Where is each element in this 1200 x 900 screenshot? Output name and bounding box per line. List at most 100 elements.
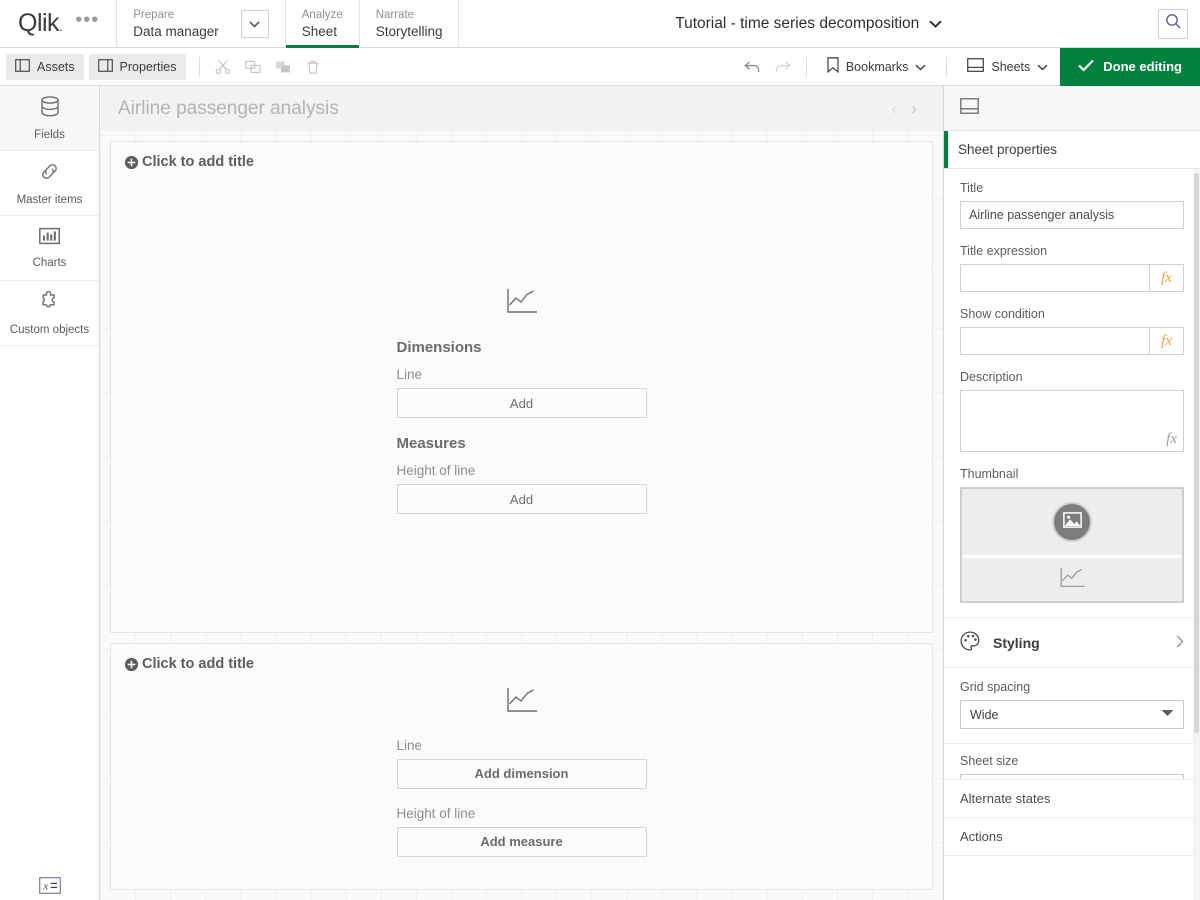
sidebar-item-charts[interactable]: Charts [0,216,99,281]
edit-toolbar: Assets Properties [0,48,1200,86]
styling-label: Styling [993,635,1040,651]
sidebar-item-master-items[interactable]: Master items [0,151,99,216]
measures-heading: Measures [397,435,647,452]
expression-fx-button[interactable]: fx [1149,265,1183,291]
delete-button[interactable] [298,54,328,80]
chart-placeholder-object-2[interactable]: Click to add title Line Add dimension [110,643,933,890]
alternate-states-row[interactable]: Alternate states [944,780,1200,818]
paste-button[interactable] [268,54,298,80]
redo-button[interactable] [768,54,798,80]
properties-scroll-region[interactable]: Title Airline passenger analysis Title e… [944,169,1200,900]
toolbar-right-group: Bookmarks Sheets Done editing [738,48,1200,86]
thumbnail-label: Thumbnail [960,467,1184,481]
title-expression-row: fx [960,264,1184,292]
description-input[interactable]: fx [960,390,1184,452]
sidebar-item-custom-objects[interactable]: Custom objects [0,281,99,346]
previous-sheet-button[interactable]: ‹ [892,100,898,117]
thumbnail-preview[interactable] [960,487,1184,603]
properties-panel: Sheet properties Title Airline passenger… [944,86,1200,900]
show-condition-input[interactable] [961,328,1149,354]
add-dimension-button[interactable]: Add [397,388,647,418]
editor-body: Fields Master items [0,86,1200,900]
palette-icon [960,631,980,654]
sheets-menu[interactable]: Sheets [955,54,1060,80]
expression-fx-button[interactable]: fx [1149,328,1183,354]
sheet-canvas-area: Airline passenger analysis ‹ › [100,86,944,900]
nav-section-narrate[interactable]: Narrate Storytelling [360,0,460,48]
styling-section-link[interactable]: Styling [944,618,1200,668]
search-button[interactable] [1158,9,1188,39]
done-editing-button[interactable]: Done editing [1060,48,1200,86]
add-measure-button[interactable]: Add measure [397,827,647,857]
trash-icon [305,59,321,75]
assets-button[interactable]: Assets [6,54,84,80]
add-title-button[interactable]: Click to add title [111,644,932,672]
top-navigation-bar: Qlik. ••• Prepare Data manager Analyze S… [0,0,1200,48]
show-condition-label: Show condition [960,307,1184,321]
sheets-label: Sheets [991,60,1030,74]
chevron-down-icon[interactable] [241,10,269,38]
sheet-icon[interactable] [960,98,979,119]
sidebar-item-fields[interactable]: Fields [0,86,99,151]
line-chart-icon [506,288,538,319]
change-thumbnail-button[interactable] [1052,502,1092,542]
grid-spacing-select[interactable]: Wide [960,700,1184,729]
thumbnail-bottom-object [962,558,1182,601]
description-label: Description [960,370,1184,384]
plus-circle-icon [125,658,138,671]
bookmarks-label: Bookmarks [846,60,909,74]
nav-label-sheet: Sheet [302,24,343,40]
document-title: Tutorial - time series decomposition [675,15,919,33]
properties-scrollbar[interactable] [1193,169,1200,900]
sheet-icon [967,58,984,75]
add-dimension-button[interactable]: Add dimension [397,759,647,789]
add-title-button[interactable]: Click to add title [111,142,932,170]
image-icon [1063,512,1082,533]
measure-field-label: Height of line [397,463,647,478]
cut-button[interactable] [208,54,238,80]
check-icon [1078,59,1094,75]
actions-label: Actions [960,829,1003,844]
plus-circle-icon [125,156,138,169]
link-icon [39,161,60,187]
chart-placeholder-object-1[interactable]: Click to add title Dimensions Line [110,141,933,633]
nav-label-data-manager: Data manager [133,24,219,40]
qlik-logo[interactable]: Qlik. [18,11,62,36]
svg-text:x: x [42,880,48,892]
dimensions-group: Dimensions Line Add Measures Height of l… [397,339,647,514]
sheet-grid-canvas[interactable]: Click to add title Dimensions Line [100,131,943,900]
page-title: Airline passenger analysis [118,98,339,120]
nav-section-prepare[interactable]: Prepare Data manager [117,0,286,48]
undo-button[interactable] [738,54,768,80]
fields-group: Line Add dimension Height of line Add me… [397,738,647,857]
properties-scrollbar-thumb[interactable] [1194,173,1199,733]
actions-row[interactable]: Actions [944,818,1200,856]
expression-editor-icon[interactable]: x [39,876,61,894]
title-input[interactable]: Airline passenger analysis [960,201,1184,229]
document-title-zone[interactable]: Tutorial - time series decomposition [459,0,1158,47]
chevron-down-icon [1037,60,1048,74]
add-measure-button[interactable]: Add [397,484,647,514]
title-expression-input[interactable] [961,265,1149,291]
nav-kicker-narrate: Narrate [376,9,443,22]
line-chart-icon [1059,567,1086,593]
copy-icon [245,59,261,75]
chevron-right-icon [1176,635,1184,651]
copy-button[interactable] [238,54,268,80]
title-input-value: Airline passenger analysis [969,208,1114,222]
properties-label: Properties [120,60,177,74]
more-menu-button[interactable]: ••• [72,10,102,30]
dimension-field-label: Line [397,367,647,382]
toolbar-divider [946,57,947,77]
properties-button[interactable]: Properties [89,54,186,80]
grid-spacing-value: Wide [970,708,998,722]
bar-chart-icon [39,227,60,250]
expression-fx-button[interactable]: fx [1166,431,1177,448]
bookmarks-menu[interactable]: Bookmarks [815,54,939,80]
properties-panel-topbar [944,86,1200,131]
thumbnail-top-object [962,489,1182,555]
qlik-sense-sheet-editor: Qlik. ••• Prepare Data manager Analyze S… [0,0,1200,900]
chevron-down-icon[interactable] [929,17,942,31]
nav-section-analyze[interactable]: Analyze Sheet [286,0,360,48]
next-sheet-button[interactable]: › [911,100,917,117]
